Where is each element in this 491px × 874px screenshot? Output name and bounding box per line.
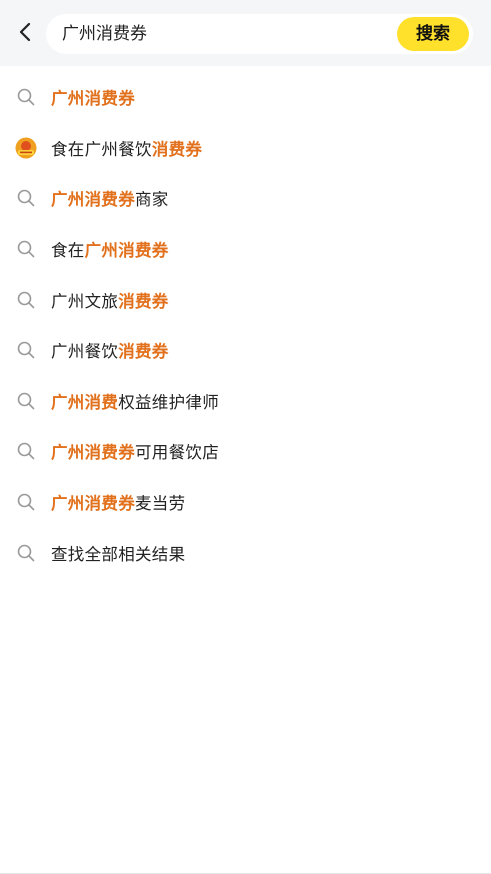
chevron-left-icon bbox=[16, 22, 36, 46]
search-query-text[interactable]: 广州消费券 bbox=[62, 14, 147, 54]
suggestion-text: 广州消费权益维护律师 bbox=[51, 389, 219, 413]
highlighted-keyword: 消费券 bbox=[151, 139, 203, 159]
highlighted-keyword: 广州消费 bbox=[51, 392, 119, 412]
suggestion-text: 广州消费券商家 bbox=[51, 186, 169, 210]
search-input[interactable]: 广州消费券 搜索 bbox=[46, 14, 473, 54]
highlighted-keyword: 广州消费券 bbox=[84, 241, 169, 261]
suggestion-text-part: 食在广州餐饮 bbox=[51, 139, 152, 159]
suggestion-text: 广州文旅消费券 bbox=[51, 288, 169, 312]
suggestion-item[interactable]: 广州消费券商家 bbox=[0, 173, 491, 224]
suggestion-text-part: 广州文旅 bbox=[51, 291, 119, 311]
suggestion-text-part: 广州餐饮 bbox=[51, 342, 119, 362]
suggestion-text-part: 可用餐饮店 bbox=[135, 443, 219, 463]
suggestion-item[interactable]: 广州文旅消费券 bbox=[0, 274, 491, 325]
search-icon bbox=[15, 491, 37, 513]
search-icon bbox=[15, 390, 37, 412]
merchant-logo-icon bbox=[15, 137, 37, 159]
search-icon bbox=[15, 86, 37, 108]
suggestion-item[interactable]: 食在广州餐饮消费券 bbox=[0, 123, 491, 174]
search-icon bbox=[15, 187, 37, 209]
suggestion-item[interactable]: 查找全部相关结果 bbox=[0, 527, 491, 578]
suggestion-item[interactable]: 广州消费券可用餐饮店 bbox=[0, 426, 491, 477]
highlighted-keyword: 广州消费券 bbox=[51, 494, 135, 514]
suggestion-item[interactable]: 广州餐饮消费券 bbox=[0, 325, 491, 376]
suggestion-item[interactable]: 食在广州消费券 bbox=[0, 224, 491, 275]
suggestion-text: 食在广州餐饮消费券 bbox=[51, 136, 202, 160]
suggestion-text-part: 商家 bbox=[135, 190, 169, 210]
suggestion-text-part: 权益维护律师 bbox=[118, 392, 220, 412]
search-icon bbox=[15, 440, 37, 462]
suggestion-item[interactable]: 广州消费券 bbox=[0, 72, 491, 123]
suggestion-text-part: 食在 bbox=[51, 241, 85, 261]
search-button[interactable]: 搜索 bbox=[397, 17, 469, 51]
suggestion-text: 广州消费券可用餐饮店 bbox=[51, 439, 219, 463]
search-icon bbox=[15, 238, 37, 260]
suggestion-text: 食在广州消费券 bbox=[51, 237, 169, 261]
highlighted-keyword: 消费券 bbox=[118, 291, 169, 311]
search-icon bbox=[15, 339, 37, 361]
suggestion-text: 查找全部相关结果 bbox=[51, 541, 185, 565]
suggestion-text-part: 查找全部相关结果 bbox=[51, 544, 186, 564]
highlighted-keyword: 广州消费券 bbox=[51, 443, 135, 463]
suggestion-item[interactable]: 广州消费券麦当劳 bbox=[0, 477, 491, 528]
highlighted-keyword: 广州消费券 bbox=[51, 190, 135, 210]
back-button[interactable] bbox=[10, 18, 42, 50]
suggestion-text: 广州消费券 bbox=[51, 85, 135, 109]
suggestion-text: 广州餐饮消费券 bbox=[51, 338, 169, 362]
search-icon bbox=[15, 289, 37, 311]
suggestion-text: 广州消费券麦当劳 bbox=[51, 490, 185, 514]
search-header: 广州消费券 搜索 bbox=[0, 0, 491, 66]
suggestion-text-part: 麦当劳 bbox=[135, 494, 186, 514]
highlighted-keyword: 广州消费券 bbox=[51, 89, 135, 109]
search-icon bbox=[15, 542, 37, 564]
suggestion-item[interactable]: 广州消费权益维护律师 bbox=[0, 376, 491, 427]
suggestion-list: 广州消费券 食在广州餐饮消费券 广州消费券商家 食在广州消费券 广州文旅消费券 广州餐饮消… bbox=[0, 72, 491, 578]
highlighted-keyword: 消费券 bbox=[118, 342, 169, 362]
search-suggestion-page: 广州消费券 搜索 广州消费券 食在广州餐饮消费券 广州消费券商家 食在广州消费券 广州文… bbox=[0, 0, 491, 874]
